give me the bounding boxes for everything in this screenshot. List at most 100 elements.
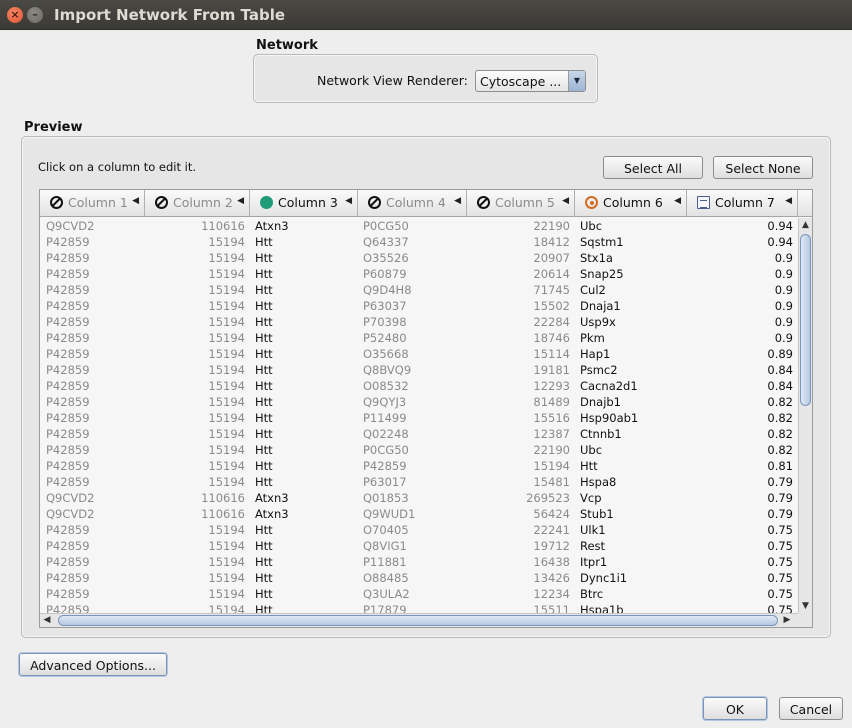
column-header-4[interactable]: Column 4 ◀ [358, 190, 467, 216]
table-row[interactable]: P42859 15194 Htt O88485 13426 Dync1i1 0.75 [40, 570, 798, 586]
table-cell: 22190 [533, 219, 570, 233]
vertical-scroll-thumb[interactable] [800, 234, 811, 406]
table-cell: Dync1i1 [580, 571, 628, 585]
scroll-up-icon[interactable]: ▲ [799, 219, 812, 231]
table-cell: Usp9x [580, 315, 616, 329]
table-cell: 81489 [533, 395, 570, 409]
table-row[interactable]: P42859 15194 Htt Q8VIG1 19712 Rest 0.75 [40, 538, 798, 554]
advanced-options-button[interactable]: Advanced Options... [19, 653, 167, 676]
table-cell: Htt [255, 331, 273, 345]
table-cell: P42859 [46, 331, 90, 345]
preview-table: Column 1 ◀ Column 2 ◀ Column 3 ◀ Column … [39, 189, 813, 628]
table-cell: Cul2 [580, 283, 606, 297]
table-cell: 0.79 [767, 507, 793, 521]
chevron-left-icon: ◀ [345, 196, 352, 206]
table-cell: 0.82 [767, 427, 793, 441]
column-header-3[interactable]: Column 3 ◀ [250, 190, 358, 216]
table-cell: Stx1a [580, 251, 613, 265]
table-row[interactable]: P42859 15194 Htt P0CG50 22190 Ubc 0.82 [40, 442, 798, 458]
table-row[interactable]: P42859 15194 Htt O08532 12293 Cacna2d1 0.84 [40, 378, 798, 394]
table-cell: P42859 [46, 555, 90, 569]
chevron-down-icon[interactable]: ▼ [568, 71, 585, 91]
window-title: Import Network From Table [54, 6, 286, 24]
scroll-down-icon[interactable]: ▼ [799, 600, 812, 612]
table-cell: Q3ULA2 [363, 587, 410, 601]
table-row[interactable]: P42859 15194 Htt P17879 15511 Hspa1b 0.75 [40, 602, 798, 613]
table-cell: P42859 [46, 299, 90, 313]
horizontal-scrollbar[interactable]: ◀ ▶ [40, 613, 798, 627]
table-row[interactable]: P42859 15194 Htt Q9QYJ3 81489 Dnajb1 0.82 [40, 394, 798, 410]
target-node-icon [585, 196, 598, 209]
table-cell: P42859 [46, 235, 90, 249]
preview-section-label: Preview [24, 120, 83, 135]
table-cell: 56424 [533, 507, 570, 521]
table-cell: P17879 [363, 603, 407, 613]
table-cell: Q8BVQ9 [363, 363, 412, 377]
table-row[interactable]: P42859 15194 Htt O35526 20907 Stx1a 0.9 [40, 250, 798, 266]
table-cell: P42859 [46, 443, 90, 457]
table-row[interactable]: P42859 15194 Htt P11881 16438 Itpr1 0.75 [40, 554, 798, 570]
column-header-7[interactable]: Column 7 ◀ [687, 190, 798, 216]
close-icon[interactable]: × [7, 7, 23, 23]
table-row[interactable]: P42859 15194 Htt P42859 15194 Htt 0.81 [40, 458, 798, 474]
ok-button[interactable]: OK [703, 697, 767, 720]
table-row[interactable]: P42859 15194 Htt Q64337 18412 Sqstm1 0.94 [40, 234, 798, 250]
column-header-6[interactable]: Column 6 ◀ [575, 190, 687, 216]
table-cell: Htt [255, 411, 273, 425]
table-row[interactable]: P42859 15194 Htt P63017 15481 Hspa8 0.79 [40, 474, 798, 490]
chevron-left-icon: ◀ [132, 196, 139, 206]
minimize-icon[interactable]: – [27, 7, 43, 23]
ban-icon [155, 196, 168, 209]
table-row[interactable]: P42859 15194 Htt P52480 18746 Pkm 0.9 [40, 330, 798, 346]
table-cell: Htt [255, 267, 273, 281]
table-cell: 15194 [208, 331, 245, 345]
chevron-left-icon: ◀ [674, 196, 681, 206]
scroll-right-icon[interactable]: ▶ [782, 614, 792, 626]
cancel-button[interactable]: Cancel [779, 697, 843, 720]
chevron-left-icon: ◀ [785, 196, 792, 206]
table-row[interactable]: P42859 15194 Htt Q9D4H8 71745 Cul2 0.9 [40, 282, 798, 298]
table-row[interactable]: P42859 15194 Htt P63037 15502 Dnaja1 0.9 [40, 298, 798, 314]
table-row[interactable]: P42859 15194 Htt Q3ULA2 12234 Btrc 0.75 [40, 586, 798, 602]
title-bar: × – Import Network From Table [0, 0, 852, 30]
renderer-combobox[interactable]: Cytoscape ... ▼ [475, 70, 586, 92]
table-cell: Q9D4H8 [363, 283, 412, 297]
table-cell: Q9WUD1 [363, 507, 416, 521]
table-cell: Q02248 [363, 427, 409, 441]
table-cell: 0.75 [767, 603, 793, 613]
table-cell: P60879 [363, 267, 407, 281]
table-cell: 0.9 [774, 331, 793, 345]
table-cell: Hspa8 [580, 475, 617, 489]
horizontal-scroll-thumb[interactable] [58, 615, 778, 626]
table-row[interactable]: P42859 15194 Htt P70398 22284 Usp9x 0.9 [40, 314, 798, 330]
select-all-button[interactable]: Select All [603, 156, 703, 179]
table-cell: 0.75 [767, 555, 793, 569]
table-row[interactable]: Q9CVD2 110616 Atxn3 P0CG50 22190 Ubc 0.94 [40, 218, 798, 234]
select-none-button[interactable]: Select None [713, 156, 813, 179]
table-cell: Htt [255, 587, 273, 601]
table-cell: Htt [255, 475, 273, 489]
table-row[interactable]: P42859 15194 Htt Q02248 12387 Ctnnb1 0.82 [40, 426, 798, 442]
table-row[interactable]: Q9CVD2 110616 Atxn3 Q9WUD1 56424 Stub1 0.79 [40, 506, 798, 522]
table-cell: 0.75 [767, 539, 793, 553]
scroll-left-icon[interactable]: ◀ [42, 614, 52, 626]
table-row[interactable]: P42859 15194 Htt P11499 15516 Hsp90ab1 0.82 [40, 410, 798, 426]
table-cell: 15194 [533, 459, 570, 473]
table-cell: Htt [255, 251, 273, 265]
table-cell: Ctnnb1 [580, 427, 622, 441]
table-cell: 0.94 [767, 219, 793, 233]
scroll-corner [798, 613, 812, 627]
column-header-2[interactable]: Column 2 ◀ [145, 190, 250, 216]
table-row[interactable]: P42859 15194 Htt O70405 22241 Ulk1 0.75 [40, 522, 798, 538]
table-cell: P42859 [46, 283, 90, 297]
table-cell: Itpr1 [580, 555, 608, 569]
table-row[interactable]: P42859 15194 Htt P60879 20614 Snap25 0.9 [40, 266, 798, 282]
table-row[interactable]: Q9CVD2 110616 Atxn3 Q01853 269523 Vcp 0.79 [40, 490, 798, 506]
column-header-5[interactable]: Column 5 ◀ [467, 190, 575, 216]
table-body: Q9CVD2 110616 Atxn3 P0CG50 22190 Ubc 0.94 P4285… [40, 218, 798, 613]
table-row[interactable]: P42859 15194 Htt Q8BVQ9 19181 Psmc2 0.84 [40, 362, 798, 378]
column-header-1[interactable]: Column 1 ◀ [40, 190, 145, 216]
table-cell: Htt [255, 459, 273, 473]
vertical-scrollbar[interactable]: ▲ ▼ [798, 218, 812, 613]
table-row[interactable]: P42859 15194 Htt O35668 15114 Hap1 0.89 [40, 346, 798, 362]
